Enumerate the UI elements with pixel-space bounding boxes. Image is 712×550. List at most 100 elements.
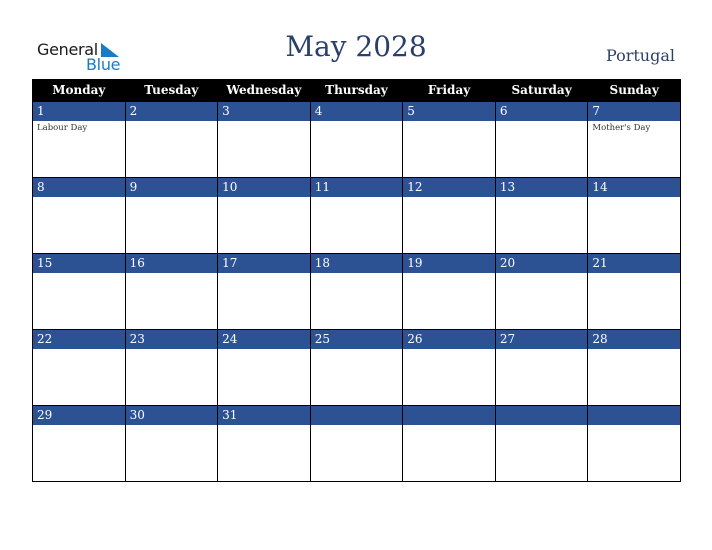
day-number: 15 bbox=[33, 254, 125, 273]
weekday-header-row: Monday Tuesday Wednesday Thursday Friday… bbox=[32, 79, 681, 102]
day-number: 16 bbox=[125, 254, 218, 273]
day-cell[interactable]: 16 bbox=[124, 253, 219, 330]
holiday-label bbox=[218, 273, 310, 275]
day-cell[interactable]: 13 bbox=[494, 177, 589, 254]
day-number: 27 bbox=[495, 330, 588, 349]
day-cell[interactable]: 17 bbox=[217, 253, 311, 330]
day-cell[interactable]: 4 bbox=[309, 101, 404, 178]
day-cell[interactable]: 23 bbox=[124, 329, 219, 406]
holiday-label bbox=[126, 121, 218, 123]
holiday-label bbox=[496, 121, 588, 123]
day-number: 12 bbox=[403, 178, 495, 197]
day-number bbox=[403, 406, 495, 425]
day-cell[interactable] bbox=[309, 405, 404, 482]
day-cell[interactable]: 21 bbox=[587, 253, 681, 330]
day-cell[interactable]: 31 bbox=[217, 405, 311, 482]
holiday-label bbox=[496, 425, 588, 427]
day-cell[interactable]: 7 Mother's Day bbox=[587, 101, 681, 178]
day-cell[interactable]: 20 bbox=[494, 253, 589, 330]
day-number: 2 bbox=[125, 102, 218, 121]
day-cell[interactable]: 25 bbox=[309, 329, 404, 406]
weekday-header: Wednesday bbox=[217, 79, 311, 102]
day-number bbox=[588, 406, 680, 425]
day-cell[interactable]: 18 bbox=[309, 253, 404, 330]
day-cell[interactable]: 6 bbox=[494, 101, 589, 178]
day-number: 17 bbox=[218, 254, 310, 273]
day-cell[interactable]: 5 bbox=[402, 101, 496, 178]
country-label: Portugal bbox=[605, 46, 675, 65]
holiday-label bbox=[403, 197, 495, 199]
weekday-header: Tuesday bbox=[124, 79, 219, 102]
day-number: 3 bbox=[218, 102, 310, 121]
day-cell[interactable]: 3 bbox=[217, 101, 311, 178]
holiday-label bbox=[126, 349, 218, 351]
holiday-label bbox=[218, 121, 310, 123]
weekday-header: Friday bbox=[402, 79, 496, 102]
weekday-header: Thursday bbox=[309, 79, 404, 102]
day-cell[interactable]: 1 Labour Day bbox=[32, 101, 126, 178]
holiday-label bbox=[496, 197, 588, 199]
holiday-label bbox=[588, 349, 680, 351]
day-number: 5 bbox=[403, 102, 495, 121]
day-number: 25 bbox=[310, 330, 403, 349]
day-cell[interactable]: 14 bbox=[587, 177, 681, 254]
holiday-label bbox=[126, 425, 218, 427]
holiday-label bbox=[33, 425, 125, 427]
weekday-header: Saturday bbox=[494, 79, 589, 102]
day-number: 11 bbox=[310, 178, 403, 197]
holiday-label bbox=[403, 273, 495, 275]
day-cell[interactable]: 8 bbox=[32, 177, 126, 254]
day-number: 13 bbox=[495, 178, 588, 197]
day-number: 18 bbox=[310, 254, 403, 273]
day-cell[interactable]: 24 bbox=[217, 329, 311, 406]
week-row: 15 16 17 18 19 20 21 bbox=[32, 253, 681, 330]
week-row: 8 9 10 11 12 13 14 bbox=[32, 177, 681, 254]
day-cell[interactable]: 29 bbox=[32, 405, 126, 482]
day-cell[interactable]: 22 bbox=[32, 329, 126, 406]
day-cell[interactable]: 11 bbox=[309, 177, 404, 254]
day-cell[interactable]: 15 bbox=[32, 253, 126, 330]
day-number: 30 bbox=[125, 406, 218, 425]
day-cell[interactable]: 12 bbox=[402, 177, 496, 254]
holiday-label bbox=[311, 197, 403, 199]
day-cell[interactable]: 19 bbox=[402, 253, 496, 330]
week-row: 1 Labour Day 2 3 4 5 6 7 Mother's Day bbox=[32, 101, 681, 178]
day-number: 8 bbox=[33, 178, 125, 197]
day-number: 21 bbox=[588, 254, 680, 273]
day-cell[interactable] bbox=[402, 405, 496, 482]
day-cell[interactable] bbox=[494, 405, 589, 482]
day-number: 1 bbox=[33, 102, 125, 121]
holiday-label bbox=[218, 197, 310, 199]
day-cell[interactable] bbox=[587, 405, 681, 482]
week-row: 29 30 31 bbox=[32, 405, 681, 482]
day-cell[interactable]: 2 bbox=[124, 101, 219, 178]
day-number: 28 bbox=[588, 330, 680, 349]
holiday-label bbox=[403, 425, 495, 427]
day-cell[interactable]: 10 bbox=[217, 177, 311, 254]
holiday-label bbox=[218, 425, 310, 427]
holiday-label bbox=[403, 349, 495, 351]
holiday-label bbox=[311, 349, 403, 351]
day-cell[interactable]: 30 bbox=[124, 405, 219, 482]
holiday-label bbox=[311, 273, 403, 275]
week-row: 22 23 24 25 26 27 28 bbox=[32, 329, 681, 406]
holiday-label bbox=[403, 121, 495, 123]
day-number: 26 bbox=[403, 330, 495, 349]
holiday-label bbox=[311, 425, 403, 427]
day-number: 20 bbox=[495, 254, 588, 273]
day-cell[interactable]: 26 bbox=[402, 329, 496, 406]
day-number: 7 bbox=[588, 102, 680, 121]
day-cell[interactable]: 27 bbox=[494, 329, 589, 406]
calendar-grid: Monday Tuesday Wednesday Thursday Friday… bbox=[32, 79, 681, 482]
holiday-label bbox=[33, 197, 125, 199]
day-number: 24 bbox=[218, 330, 310, 349]
day-number bbox=[495, 406, 588, 425]
holiday-label bbox=[126, 197, 218, 199]
day-cell[interactable]: 9 bbox=[124, 177, 219, 254]
holiday-label bbox=[126, 273, 218, 275]
day-number: 23 bbox=[125, 330, 218, 349]
holiday-label bbox=[496, 273, 588, 275]
day-number: 31 bbox=[218, 406, 310, 425]
day-cell[interactable]: 28 bbox=[587, 329, 681, 406]
holiday-label bbox=[218, 349, 310, 351]
